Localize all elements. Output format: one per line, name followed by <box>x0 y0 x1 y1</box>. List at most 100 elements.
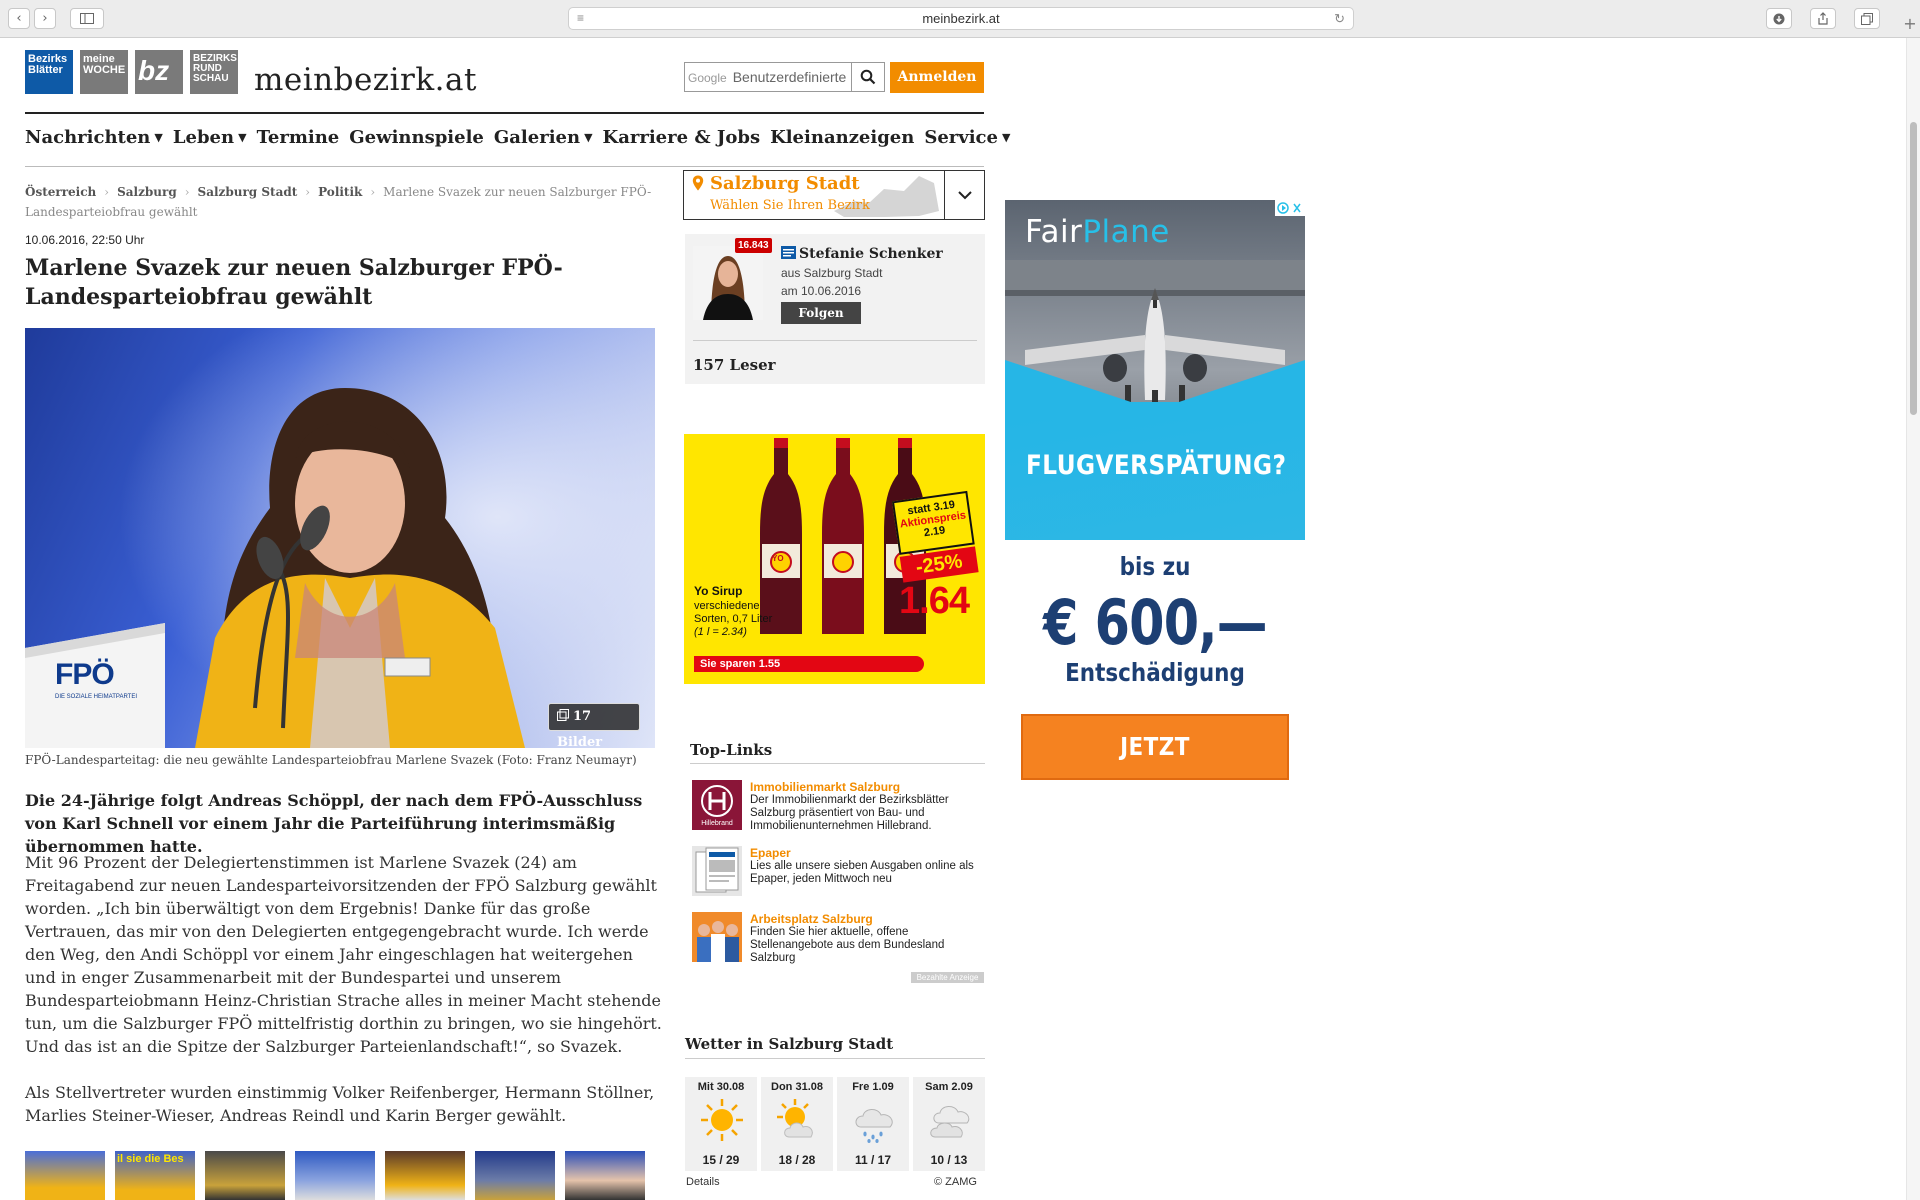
follow-button[interactable]: Folgen <box>781 302 861 324</box>
district-selector[interactable]: Salzburg Stadt Wählen Sie Ihren Bezirk <box>683 170 985 220</box>
chevron-down-icon: ▼ <box>154 131 163 144</box>
back-button[interactable]: ‹ <box>8 8 30 29</box>
podium-logo: FPÖ <box>55 658 115 691</box>
gallery-thumbnail[interactable] <box>565 1151 645 1200</box>
breadcrumb-item-oesterreich[interactable]: Österreich <box>25 185 96 199</box>
top-link-description: Lies alle unsere sieben Ausgaben online … <box>750 860 974 885</box>
forward-button[interactable]: › <box>34 8 56 29</box>
new-tab-button[interactable]: + <box>1900 14 1920 34</box>
author-location: aus Salzburg Stadt <box>781 266 883 280</box>
gallery-thumbnail[interactable] <box>25 1151 105 1200</box>
ad-bis-zu: bis zu <box>1119 552 1191 581</box>
weather-day-name: Mit 30.08 <box>697 1081 745 1093</box>
nav-item-termine[interactable]: Termine <box>257 127 340 153</box>
breadcrumb: Österreich › Salzburg › Salzburg Stadt › Polit… <box>25 182 655 222</box>
sidebar-toggle-button[interactable] <box>70 8 104 29</box>
top-link-description: Finden Sie hier aktuelle, offene Stellen… <box>750 926 945 964</box>
weather-day[interactable]: Sam 2.09 10 / 13 <box>913 1077 985 1171</box>
share-icon <box>1818 12 1828 25</box>
google-label: Google <box>688 71 727 85</box>
top-link-immobilien[interactable]: Hillebrand Immobilienmarkt Salzburg Der … <box>692 780 984 832</box>
logo-bz[interactable]: bz <box>135 50 183 94</box>
page-scrollbar[interactable] <box>1906 38 1920 1200</box>
breadcrumb-item-salzburg-stadt[interactable]: Salzburg Stadt <box>198 185 298 199</box>
location-hint: Wählen Sie Ihren Bezirk <box>710 198 870 213</box>
address-bar[interactable]: ≡ meinbezirk.at ↻ <box>568 7 1354 30</box>
logo-meine-woche[interactable]: meine WOCHE <box>80 50 128 94</box>
unit-price: (1 l = 2.34) <box>694 626 747 638</box>
share-button[interactable] <box>1810 8 1836 29</box>
main-navigation: Nachrichten ▼ Leben ▼ Termine Gewinnspiele… <box>25 127 1020 153</box>
chevron-down-icon: ▼ <box>1001 131 1011 144</box>
gallery-thumbnail[interactable] <box>205 1151 285 1200</box>
chevron-down-icon <box>957 191 972 200</box>
gallery-thumbnail[interactable] <box>385 1151 465 1200</box>
breadcrumb-item-salzburg[interactable]: Salzburg <box>117 185 177 199</box>
site-name[interactable]: meinbezirk.at <box>254 62 477 98</box>
nav-item-galerien[interactable]: Galerien ▼ <box>494 127 593 153</box>
nav-item-nachrichten[interactable]: Nachrichten ▼ <box>25 127 163 153</box>
ad-amount: € 600,— <box>1043 586 1267 659</box>
article-title: Marlene Svazek zur neuen Salzburger FPÖ-… <box>25 255 563 310</box>
weather-day[interactable]: Don 31.08 18 / 28 <box>761 1077 833 1171</box>
weather-day-name: Don 31.08 <box>771 1081 823 1093</box>
chevron-right-icon: › <box>305 185 311 199</box>
nav-item-service[interactable]: Service ▼ <box>924 127 1010 153</box>
scrollbar-thumb[interactable] <box>1910 122 1917 415</box>
weather-day-name: Sam 2.09 <box>925 1081 973 1093</box>
ad-fairplane[interactable]: FairPlane FLUGVERSPÄTUNG? bis zu € 600,—… <box>1005 200 1305 800</box>
top-link-arbeitsplatz[interactable]: Arbeitsplatz Salzburg Finden Sie hier ak… <box>692 912 984 964</box>
reader-count: 157 Leser <box>693 356 776 374</box>
author-publication-icon <box>781 246 796 259</box>
breadcrumb-item-politik[interactable]: Politik <box>318 185 362 199</box>
logo-bezirksblaetter[interactable]: Bezirks Blätter <box>25 50 73 94</box>
chevron-right-icon: › <box>370 185 376 199</box>
chevron-down-icon: ▼ <box>584 131 593 144</box>
downloads-button[interactable] <box>1766 8 1792 29</box>
weather-day[interactable]: Fre 1.09 11 / 17 <box>837 1077 909 1171</box>
tabs-button[interactable] <box>1854 8 1880 29</box>
ad-yo-sirup[interactable]: YO statt 3.19 Aktionspreis 2.19 -25% Yo Si… <box>684 434 985 684</box>
gallery-thumbnail[interactable] <box>295 1151 375 1200</box>
gallery-icon <box>557 709 569 721</box>
nav-divider-bottom <box>25 166 984 167</box>
top-link-description: Der Immobilienmarkt der Bezirksblätter S… <box>750 794 949 832</box>
nav-item-kleinanzeigen[interactable]: Kleinanzeigen <box>770 127 914 153</box>
browser-toolbar: ‹ › ≡ meinbezirk.at ↻ <box>0 0 1920 38</box>
gallery-thumbnails: il sie die Bes <box>25 1151 645 1200</box>
bottle-brand-label: YO <box>772 554 784 563</box>
top-link-title[interactable]: Arbeitsplatz Salzburg <box>750 912 873 926</box>
top-link-title[interactable]: Epaper <box>750 846 791 860</box>
tabs-icon <box>1861 13 1873 25</box>
rain-cloud-icon <box>855 1109 893 1143</box>
ad-cta-button[interactable]: JETZT BERECHNEN <box>1021 714 1289 800</box>
top-link-epaper[interactable]: Epaper Lies alle unsere sieben Ausgaben … <box>692 846 984 898</box>
ad-savings: Sie sparen 1.55 <box>694 656 924 672</box>
search-button[interactable] <box>851 62 885 92</box>
author-name[interactable]: Stefanie Schenker <box>781 246 943 262</box>
weather-day[interactable]: Mit 30.08 15 / 29 <box>685 1077 757 1171</box>
author-date: am 10.06.2016 <box>781 284 862 298</box>
top-links-divider <box>690 763 985 764</box>
nav-item-gewinnspiele[interactable]: Gewinnspiele <box>349 127 484 153</box>
nav-divider-top <box>25 112 984 114</box>
top-link-title[interactable]: Immobilienmarkt Salzburg <box>750 780 900 794</box>
article-hero-image[interactable]: FPÖ DIE SOZIALE HEIMATPARTEI <box>25 328 655 748</box>
gallery-thumbnail[interactable] <box>475 1151 555 1200</box>
logo-bezirksrundschau[interactable]: BEZIRKS RUND SCHAU <box>190 50 238 94</box>
reader-icon[interactable]: ≡ <box>577 8 584 29</box>
author-avatar[interactable] <box>693 246 763 320</box>
paid-ad-label: Bezahlte Anzeige <box>911 972 984 983</box>
reload-icon[interactable]: ↻ <box>1334 8 1345 29</box>
weather-title: Wetter in Salzburg Stadt <box>685 1035 894 1053</box>
login-button[interactable]: Anmelden <box>890 62 984 93</box>
hillebrand-logo: Hillebrand <box>692 780 742 830</box>
weather-details-link[interactable]: Details <box>686 1176 720 1188</box>
district-dropdown-toggle[interactable] <box>944 171 984 219</box>
nav-item-karriere[interactable]: Karriere & Jobs <box>603 127 761 153</box>
adchoices-icon[interactable] <box>1275 200 1305 216</box>
gallery-count-button[interactable]: 17 Bilder <box>548 703 640 750</box>
gallery-thumbnail[interactable]: il sie die Bes <box>115 1151 195 1200</box>
weather-day-temp: 15 / 29 <box>702 1153 740 1167</box>
nav-item-leben[interactable]: Leben ▼ <box>173 127 247 153</box>
